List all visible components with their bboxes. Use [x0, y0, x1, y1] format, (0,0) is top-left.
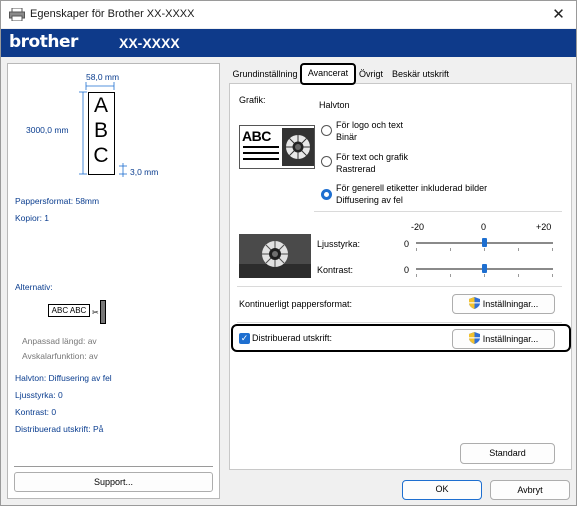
- length-label: 3000,0 mm: [26, 125, 69, 135]
- properties-window: Egenskaper för Brother XX-XXXX ✕ brother…: [0, 0, 577, 506]
- slider-tick: [518, 248, 519, 251]
- brightness-slider[interactable]: [416, 237, 553, 253]
- separator: [314, 211, 562, 212]
- halftone-text: Halvton: Diffusering av fel: [15, 373, 112, 383]
- option-sample-label: ABC ABC: [48, 304, 90, 317]
- continuous-settings-label: Inställningar...: [482, 299, 539, 309]
- window-title: Egenskaper för Brother XX-XXXX: [30, 8, 195, 20]
- scale-max-label: +20: [536, 222, 552, 232]
- slider-tick: [416, 248, 417, 251]
- contrast-text: Kontrast: 0: [15, 407, 57, 417]
- standard-button[interactable]: Standard: [460, 443, 555, 464]
- scale-mid-label: 0: [481, 222, 487, 232]
- cutter-icon: [100, 300, 106, 324]
- uac-shield-icon: [468, 297, 480, 309]
- close-button[interactable]: ✕: [541, 1, 576, 28]
- adjust-preview-image: [239, 234, 311, 278]
- slider-thumb[interactable]: [482, 238, 487, 247]
- summary-panel: 58,0 mm 3000,0 mm ABC 3,0 mm Pappersform…: [7, 63, 220, 499]
- slider-tick: [552, 274, 553, 277]
- distributed-settings-label: Inställningar...: [482, 334, 539, 344]
- slider-tick: [416, 274, 417, 277]
- distributed-text: Distribuerad utskrift: På: [15, 424, 104, 434]
- support-button[interactable]: Support...: [14, 472, 213, 492]
- sunflower-image: [282, 128, 314, 166]
- separator: [237, 286, 562, 287]
- brightness-value: 0: [404, 239, 410, 249]
- radio-binary-sub: Binär: [336, 132, 358, 142]
- slider-tick: [518, 274, 519, 277]
- contrast-value: 0: [404, 265, 410, 275]
- text-line: [243, 146, 279, 148]
- cut-mark-icon: ✂: [92, 308, 99, 317]
- tab-general[interactable]: Grundinställning: [231, 68, 299, 82]
- tab-other[interactable]: Övrigt: [356, 68, 386, 82]
- radio-error-diffusion-sub: Diffusering av fel: [336, 195, 403, 205]
- title-bar: Egenskaper för Brother XX-XXXX ✕: [1, 1, 576, 28]
- distributed-settings-button[interactable]: Inställningar...: [452, 329, 555, 349]
- radio-error-diffusion[interactable]: [321, 189, 332, 200]
- ok-button[interactable]: OK: [402, 480, 482, 500]
- label-preview-text: ABC: [89, 93, 113, 168]
- text-line: [243, 158, 279, 160]
- graphics-sample-text: ABC: [242, 128, 271, 144]
- options-label: Alternativ:: [15, 282, 53, 292]
- margin-dimension-line: [119, 163, 127, 177]
- halftone-heading: Halvton: [319, 100, 350, 110]
- cut-function-text: Avskalarfunktion: av: [22, 351, 98, 361]
- slider-tick: [484, 274, 485, 277]
- radio-dither-sub: Rastrerad: [336, 164, 376, 174]
- contrast-label: Kontrast:: [317, 265, 354, 275]
- copies-text: Kopior: 1: [15, 213, 50, 223]
- radio-binary[interactable]: [321, 125, 332, 136]
- tab-advanced[interactable]: Avancerat: [300, 63, 356, 85]
- radio-error-diffusion-title: För generell etiketter inkluderad bilder: [336, 183, 488, 193]
- scale-min-label: -20: [411, 222, 425, 232]
- slider-tick: [450, 248, 451, 251]
- custom-length-text: Anpassad längd: av: [22, 336, 97, 346]
- width-label: 58,0 mm: [86, 72, 120, 82]
- margin-label: 3,0 mm: [130, 167, 159, 177]
- brightness-label: Ljusstyrka:: [317, 239, 361, 249]
- distributed-print-checkbox[interactable]: ✓: [239, 333, 250, 344]
- label-preview: ABC: [88, 92, 115, 175]
- slider-tick: [552, 248, 553, 251]
- continuous-format-label: Kontinuerligt pappersformat:: [239, 299, 353, 309]
- graphics-label: Grafik:: [239, 95, 266, 105]
- separator: [237, 322, 562, 323]
- radio-dither[interactable]: [321, 156, 332, 167]
- brand-logo: brother: [9, 32, 78, 52]
- radio-binary-title: För logo och text: [336, 120, 404, 130]
- distributed-print-label: Distribuerad utskrift:: [252, 333, 333, 343]
- radio-dither-title: För text och grafik: [336, 152, 409, 162]
- brightness-text: Ljusstyrka: 0: [15, 390, 63, 400]
- contrast-slider[interactable]: [416, 263, 553, 279]
- cancel-button[interactable]: Avbryt: [490, 480, 570, 500]
- printer-icon: [9, 8, 25, 21]
- tab-trim-print[interactable]: Beskär utskrift: [387, 68, 454, 82]
- model-name: XX-XXXX: [119, 35, 180, 51]
- slider-tick: [450, 274, 451, 277]
- separator: [14, 466, 213, 467]
- slider-thumb[interactable]: [482, 264, 487, 273]
- paper-format-text: Pappersformat: 58mm: [15, 196, 100, 206]
- slider-tick: [484, 248, 485, 251]
- brand-bar: brother XX-XXXX: [1, 29, 576, 57]
- graphics-sample-preview: ABC: [239, 125, 315, 169]
- preview-sample-text: ABC: [93, 94, 109, 167]
- text-line: [243, 152, 279, 154]
- continuous-settings-button[interactable]: Inställningar...: [452, 294, 555, 314]
- uac-shield-icon: [468, 332, 480, 344]
